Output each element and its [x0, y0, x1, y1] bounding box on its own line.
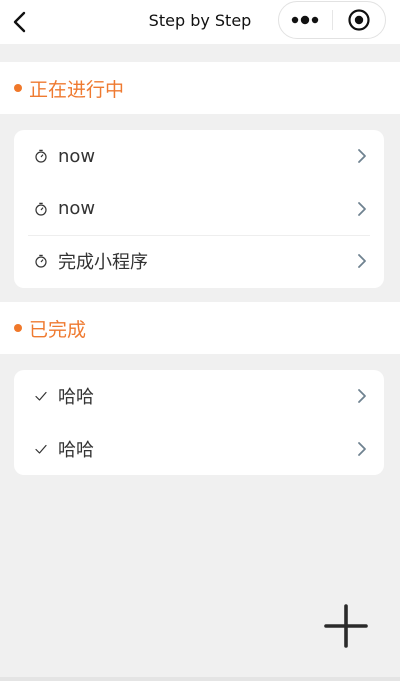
section-header-in-progress: 正在进行中: [0, 62, 400, 114]
chevron-right-icon: [356, 388, 368, 404]
list-item[interactable]: now: [14, 130, 384, 183]
plus-icon: [324, 604, 368, 648]
navbar: Step by Step: [0, 0, 400, 44]
section-title-completed: 已完成: [29, 318, 87, 341]
close-mini-program-button[interactable]: [333, 2, 386, 38]
add-task-button[interactable]: [322, 602, 370, 650]
bottom-edge: [0, 677, 400, 681]
section-dot: [14, 324, 22, 332]
check-icon: [34, 389, 48, 403]
list-item-label: now: [58, 198, 96, 220]
more-button[interactable]: [279, 2, 332, 38]
target-circle-icon: [348, 9, 370, 31]
check-icon: [34, 442, 48, 456]
list-item-label: 哈哈: [58, 387, 94, 409]
list-item[interactable]: 哈哈: [14, 370, 384, 423]
timer-icon: [34, 202, 48, 216]
row-divider: [28, 235, 370, 236]
list-item-label: 完成小程序: [58, 252, 148, 274]
section-title-in-progress: 正在进行中: [29, 78, 125, 101]
chevron-right-icon: [356, 148, 368, 164]
section-header-completed: 已完成: [0, 302, 400, 354]
mini-program-capsule: [278, 1, 386, 39]
in-progress-list: now now 完成小程序: [14, 130, 384, 288]
chevron-right-icon: [356, 201, 368, 217]
list-item[interactable]: 哈哈: [14, 423, 384, 476]
chevron-right-icon: [356, 253, 368, 269]
timer-icon: [34, 149, 48, 163]
completed-list: 哈哈 哈哈: [14, 370, 384, 475]
list-item[interactable]: now: [14, 183, 384, 236]
section-dot: [14, 84, 22, 92]
list-item[interactable]: 完成小程序: [14, 235, 384, 288]
chevron-right-icon: [356, 441, 368, 457]
timer-icon: [34, 254, 48, 268]
list-item-label: now: [58, 145, 96, 167]
more-dots-icon: [292, 15, 319, 25]
list-item-label: 哈哈: [58, 439, 94, 461]
